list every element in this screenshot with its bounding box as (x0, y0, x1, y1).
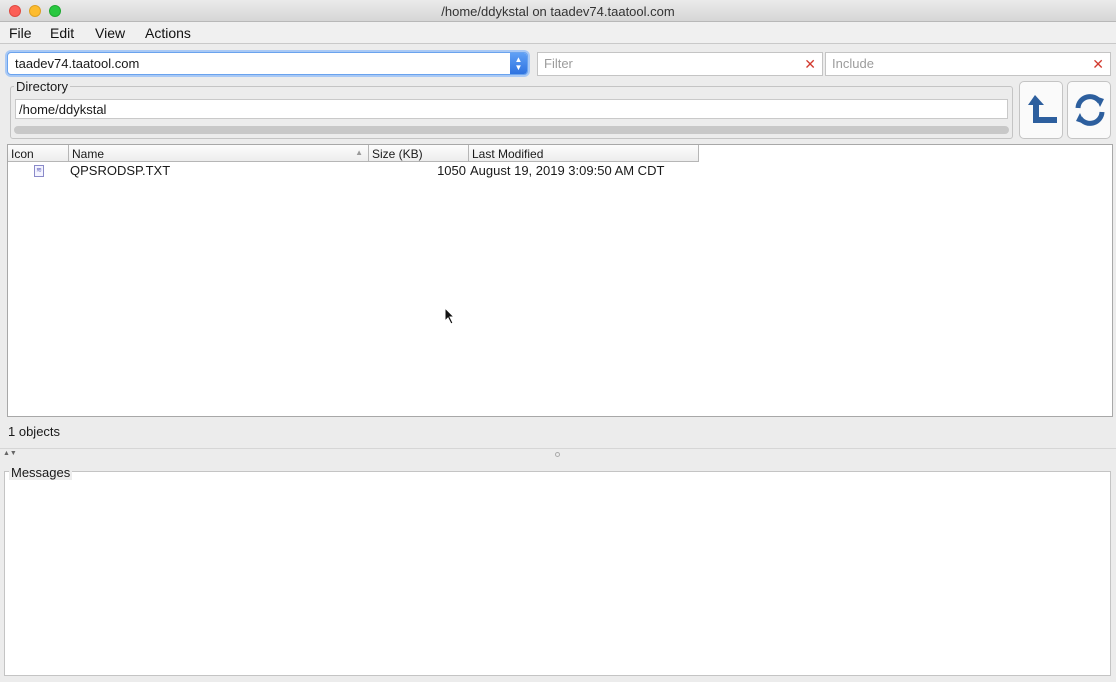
title-bar: /home/ddykstal on taadev74.taatool.com (0, 0, 1116, 22)
menu-bar: File Edit View Actions (0, 22, 1116, 44)
sort-ascending-icon: ▲ (355, 148, 363, 157)
menu-actions[interactable]: Actions (145, 25, 191, 41)
menu-file[interactable]: File (9, 25, 32, 41)
object-count-status: 1 objects (8, 424, 61, 439)
menu-view[interactable]: View (95, 25, 125, 41)
clear-include-icon[interactable]: ✕ (1092, 56, 1104, 73)
filter-input[interactable]: Filter ✕ (537, 52, 823, 76)
include-placeholder: Include (832, 56, 874, 71)
refresh-button[interactable] (1067, 81, 1111, 139)
file-modified: August 19, 2019 3:09:50 AM CDT (470, 163, 665, 178)
directory-label: Directory (14, 79, 71, 94)
filter-placeholder: Filter (544, 56, 573, 71)
split-grip-icon[interactable] (555, 452, 560, 457)
split-arrows-icon[interactable]: ▲▼ (3, 450, 17, 457)
directory-scrollbar[interactable] (14, 126, 1009, 134)
file-size: 1050 (437, 163, 466, 178)
mouse-cursor-icon (444, 307, 456, 325)
window-title: /home/ddykstal on taadev74.taatool.com (441, 4, 675, 19)
arrow-up-left-icon (1028, 95, 1057, 123)
column-header-name-label: Name (72, 147, 105, 161)
split-pane-divider[interactable]: ▲▼ (0, 448, 1116, 458)
directory-path-value: /home/ddykstal (19, 102, 107, 117)
column-header-icon[interactable]: Icon (8, 145, 69, 162)
chevron-updown-icon[interactable]: ▲ ▼ (510, 53, 527, 74)
file-name: QPSRODSP.TXT (70, 163, 171, 178)
messages-panel (4, 471, 1111, 676)
column-header-modified[interactable]: Last Modified (469, 145, 699, 162)
host-select[interactable]: taadev74.taatool.com ▲ ▼ (7, 52, 528, 75)
include-input[interactable]: Include ✕ (825, 52, 1111, 76)
parent-directory-button[interactable] (1019, 81, 1063, 139)
table-header: Icon Name ▲ Size (KB) Last Modified (8, 145, 699, 162)
file-table[interactable]: Icon Name ▲ Size (KB) Last Modified ≋ QP… (7, 144, 1113, 417)
column-header-size[interactable]: Size (KB) (369, 145, 469, 162)
directory-path-input[interactable]: /home/ddykstal (15, 99, 1008, 119)
column-header-name[interactable]: Name ▲ (69, 145, 369, 162)
refresh-icon (1075, 94, 1105, 126)
menu-edit[interactable]: Edit (50, 25, 74, 41)
host-select-value: taadev74.taatool.com (15, 56, 140, 71)
messages-label: Messages (9, 465, 73, 480)
text-file-icon: ≋ (34, 165, 44, 177)
app-window: /home/ddykstal on taadev74.taatool.com F… (0, 0, 1116, 682)
clear-filter-icon[interactable]: ✕ (804, 56, 816, 73)
